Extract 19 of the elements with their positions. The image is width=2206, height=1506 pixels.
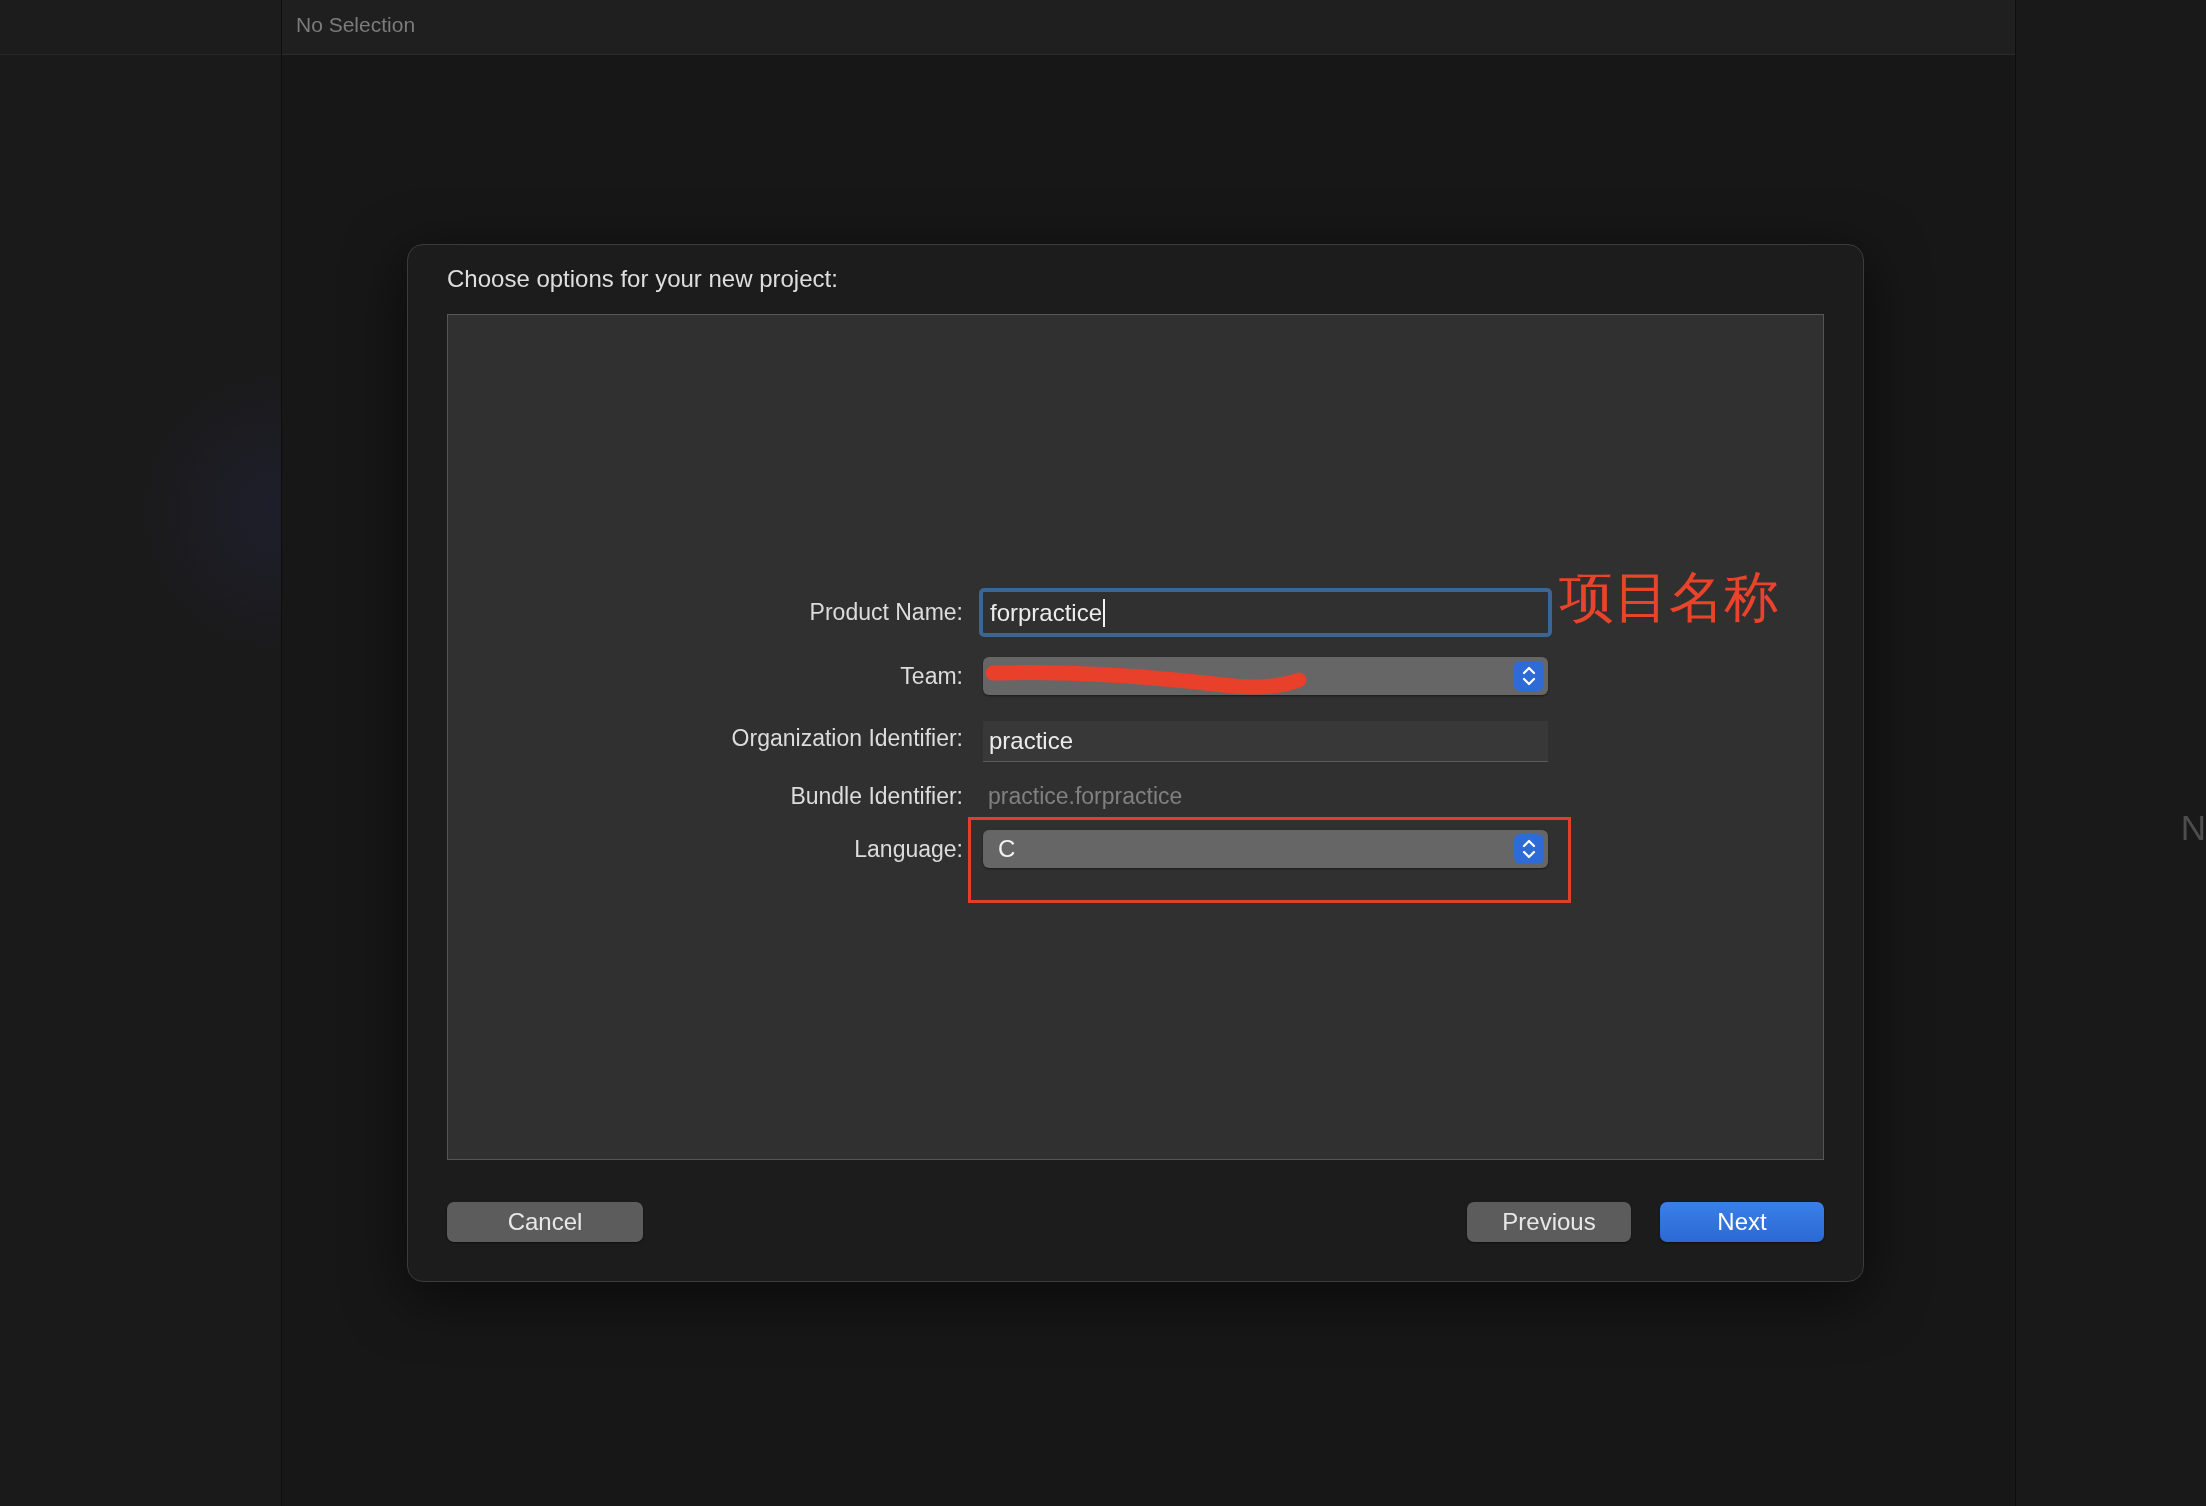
field-label: Organization Identifier:: [731, 725, 963, 752]
editor-title: No Selection: [296, 13, 416, 37]
dialog-title: Choose options for your new project:: [447, 264, 838, 294]
text-field[interactable]: forpractice: [979, 588, 1552, 637]
value-text: practice.forpractice: [988, 782, 1183, 810]
dialog-button[interactable]: Previous: [1467, 1202, 1631, 1242]
field-label: Team:: [900, 662, 963, 690]
popup-button[interactable]: C: [983, 830, 1548, 868]
stepper-icon: [1514, 661, 1544, 691]
field-label: Bundle Identifier:: [790, 782, 963, 810]
stepper-icon: [1514, 834, 1544, 864]
dialog-button[interactable]: Next: [1660, 1202, 1824, 1242]
popup-button[interactable]: [983, 657, 1548, 695]
field-label: Language:: [854, 835, 963, 863]
annotation-text: 项目名称: [1559, 570, 1779, 625]
dialog-button[interactable]: Cancel: [447, 1202, 643, 1242]
text-cursor-icon: [1103, 598, 1106, 627]
text-field[interactable]: practice: [983, 721, 1548, 762]
field-label: Product Name:: [809, 599, 963, 626]
